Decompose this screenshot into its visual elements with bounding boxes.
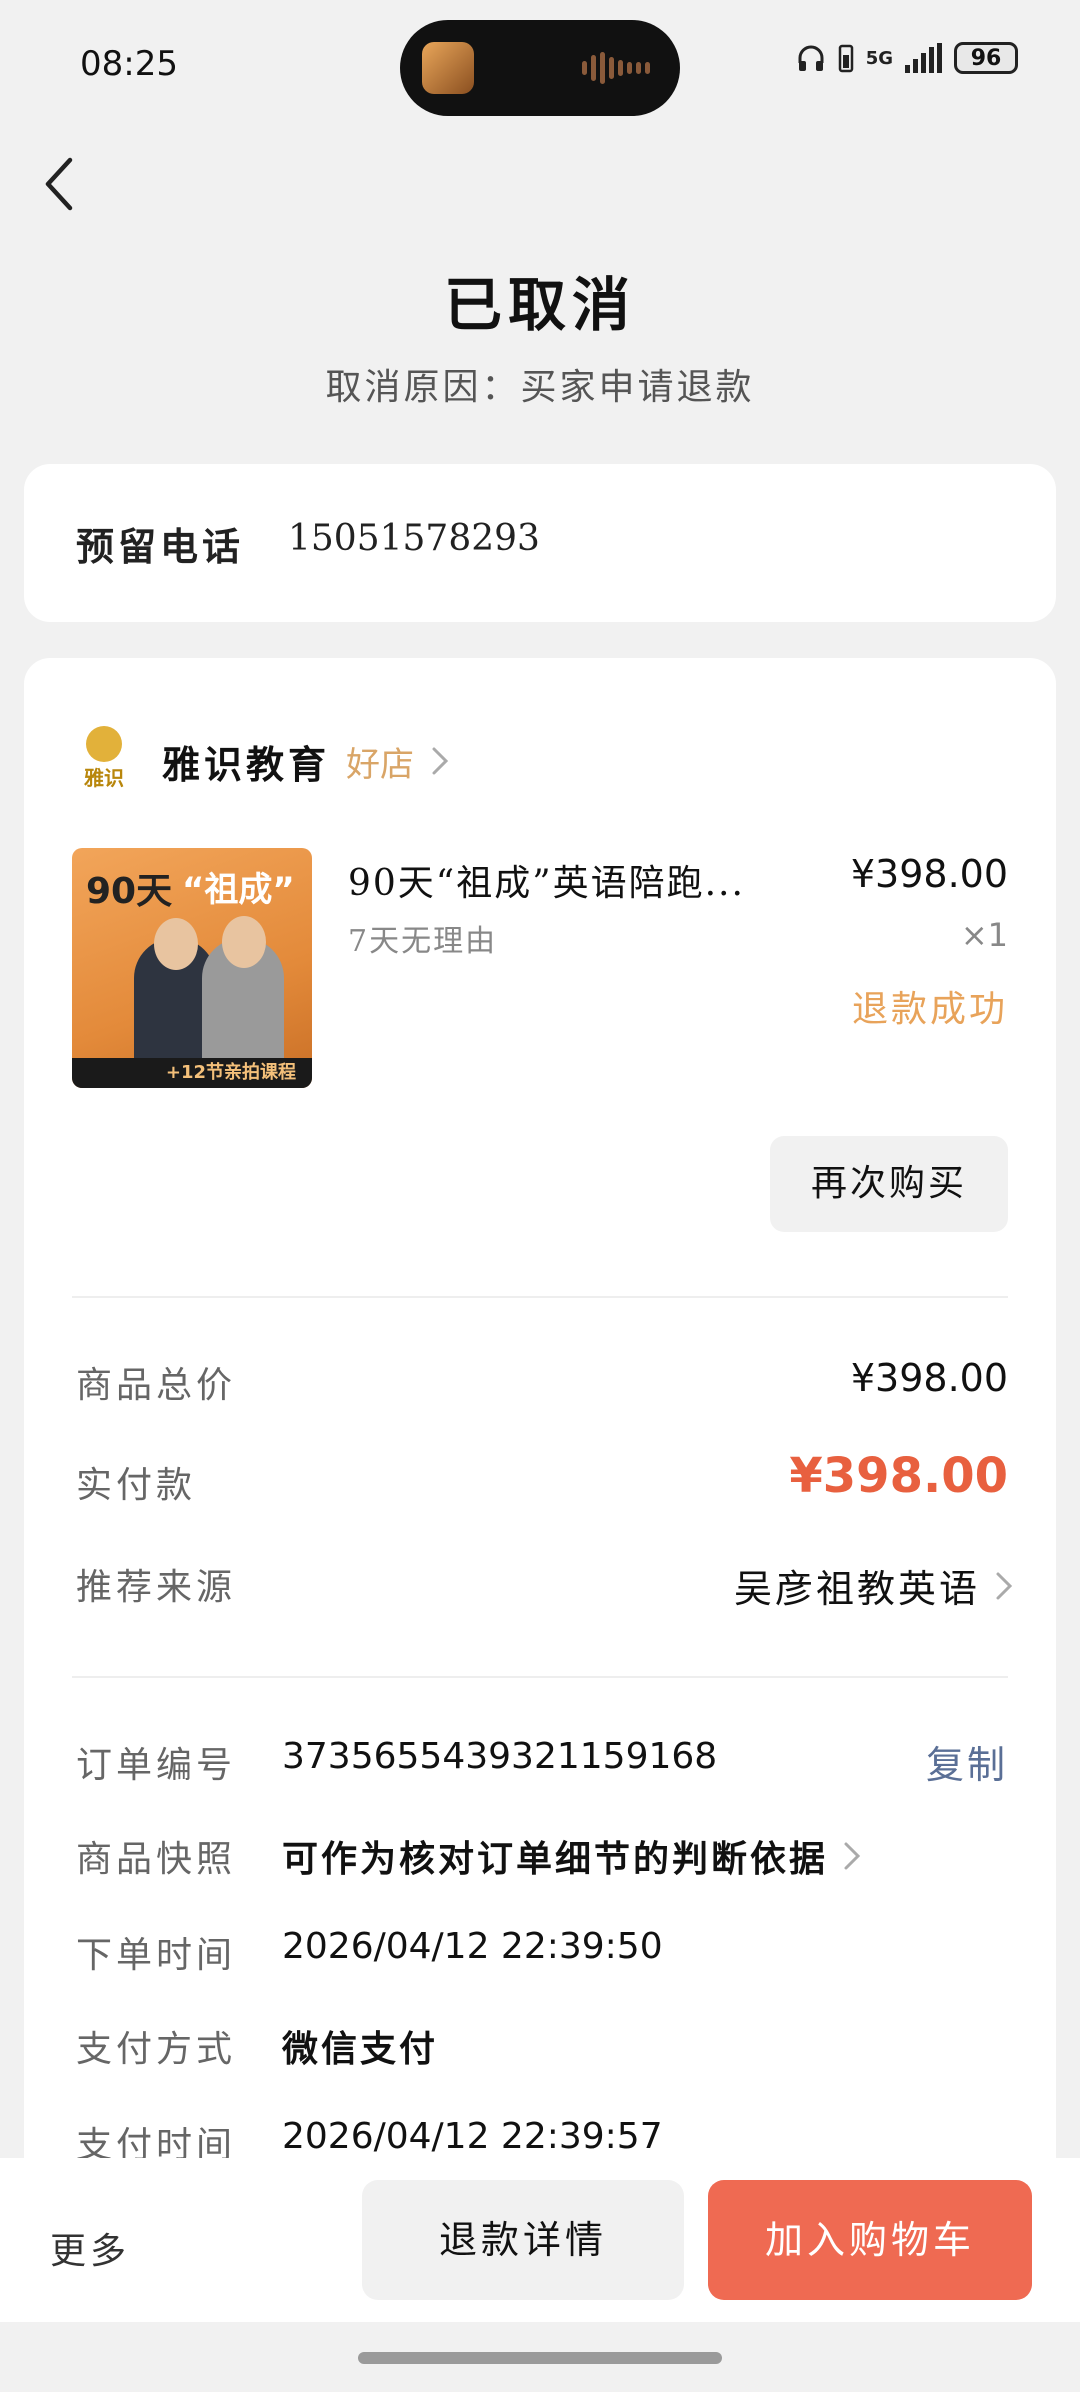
chevron-right-icon bbox=[996, 1572, 1013, 1599]
shop-name: 雅识教育 bbox=[162, 741, 331, 787]
dynamic-island bbox=[400, 20, 680, 116]
order-card: 雅识 雅识教育 好店 90天 “祖成” +12节亲拍课程 90天“祖成”英语陪跑… bbox=[24, 658, 1056, 2218]
total-price-value: ¥398.00 bbox=[850, 1356, 1008, 1400]
source-label: 推荐来源 bbox=[76, 1567, 237, 1608]
cancel-reason: 取消原因：买家申请退款 bbox=[325, 367, 755, 408]
headphones-icon bbox=[798, 45, 824, 71]
product-title[interactable]: 90天“祖成”英语陪跑... bbox=[348, 854, 745, 906]
product-image-text: “祖成” bbox=[182, 870, 295, 910]
copy-button[interactable]: 复制 bbox=[926, 1734, 1008, 1789]
refund-status: 退款成功 bbox=[851, 989, 1008, 1030]
signal-icon bbox=[905, 43, 942, 73]
status-icons: 5G 96 bbox=[796, 42, 1018, 74]
status-bar: 08:25 5G 96 bbox=[0, 0, 1080, 130]
paid-amount-label: 实付款 bbox=[76, 1465, 197, 1506]
product-image[interactable]: 90天 “祖成” +12节亲拍课程 bbox=[72, 848, 312, 1088]
shop-logo-text: 雅识 bbox=[84, 766, 124, 790]
source-link[interactable]: 吴彦祖教英语 bbox=[734, 1558, 1016, 1613]
snapshot-value: 可作为核对订单细节的判断依据 bbox=[282, 1838, 829, 1880]
product-image-banner: +12节亲拍课程 bbox=[72, 1058, 312, 1088]
payment-method-value: 微信支付 bbox=[282, 2028, 439, 2070]
order-number-label: 订单编号 bbox=[76, 1745, 237, 1786]
divider bbox=[72, 1676, 1008, 1678]
shop-logo: 雅识 bbox=[80, 726, 128, 796]
product-image-text: 90天 bbox=[86, 871, 173, 912]
total-price-label: 商品总价 bbox=[76, 1365, 237, 1406]
contact-card: 预留电话 15051578293 bbox=[24, 464, 1056, 622]
order-number-value: 3735655439321159168 bbox=[282, 1736, 718, 1777]
chevron-right-icon bbox=[844, 1842, 861, 1870]
phone-value: 15051578293 bbox=[288, 518, 540, 559]
chevron-left-icon bbox=[45, 157, 73, 211]
snapshot-link[interactable]: 可作为核对订单细节的判断依据 bbox=[282, 1830, 864, 1882]
shop-row[interactable]: 雅识 雅识教育 好店 bbox=[80, 716, 454, 806]
product-price: ¥398.00 bbox=[850, 852, 1008, 896]
snapshot-label: 商品快照 bbox=[76, 1839, 237, 1880]
product-quantity: ×1 bbox=[960, 916, 1008, 954]
paid-amount-value: ¥398.00 bbox=[789, 1448, 1008, 1504]
network-label: 5G bbox=[865, 47, 893, 69]
more-button[interactable]: 更多 bbox=[50, 2222, 130, 2274]
order-time-label: 下单时间 bbox=[76, 1935, 237, 1976]
product-tag: 7天无理由 bbox=[348, 924, 498, 959]
battery-small-icon bbox=[838, 44, 853, 73]
payment-time-value: 2026/04/12 22:39:57 bbox=[282, 2116, 663, 2157]
back-button[interactable] bbox=[40, 150, 100, 220]
rebuy-button[interactable]: 再次购买 bbox=[770, 1136, 1008, 1232]
source-value: 吴彦祖教英语 bbox=[733, 1567, 980, 1611]
good-shop-badge: 好店 bbox=[346, 744, 415, 785]
page-title: 已取消 bbox=[443, 271, 636, 339]
phone-label: 预留电话 bbox=[76, 524, 245, 569]
payment-method-label: 支付方式 bbox=[76, 2029, 237, 2070]
battery-icon: 96 bbox=[954, 42, 1018, 74]
add-to-cart-button[interactable]: 加入购物车 bbox=[708, 2180, 1032, 2300]
divider bbox=[72, 1296, 1008, 1298]
status-time: 08:25 bbox=[80, 44, 178, 84]
home-indicator[interactable] bbox=[358, 2352, 722, 2364]
chevron-right-icon bbox=[432, 747, 449, 775]
refund-detail-button[interactable]: 退款详情 bbox=[362, 2180, 684, 2300]
now-playing-thumbnail bbox=[422, 42, 474, 94]
audio-wave-icon bbox=[582, 52, 650, 84]
order-time-value: 2026/04/12 22:39:50 bbox=[282, 1926, 663, 1967]
